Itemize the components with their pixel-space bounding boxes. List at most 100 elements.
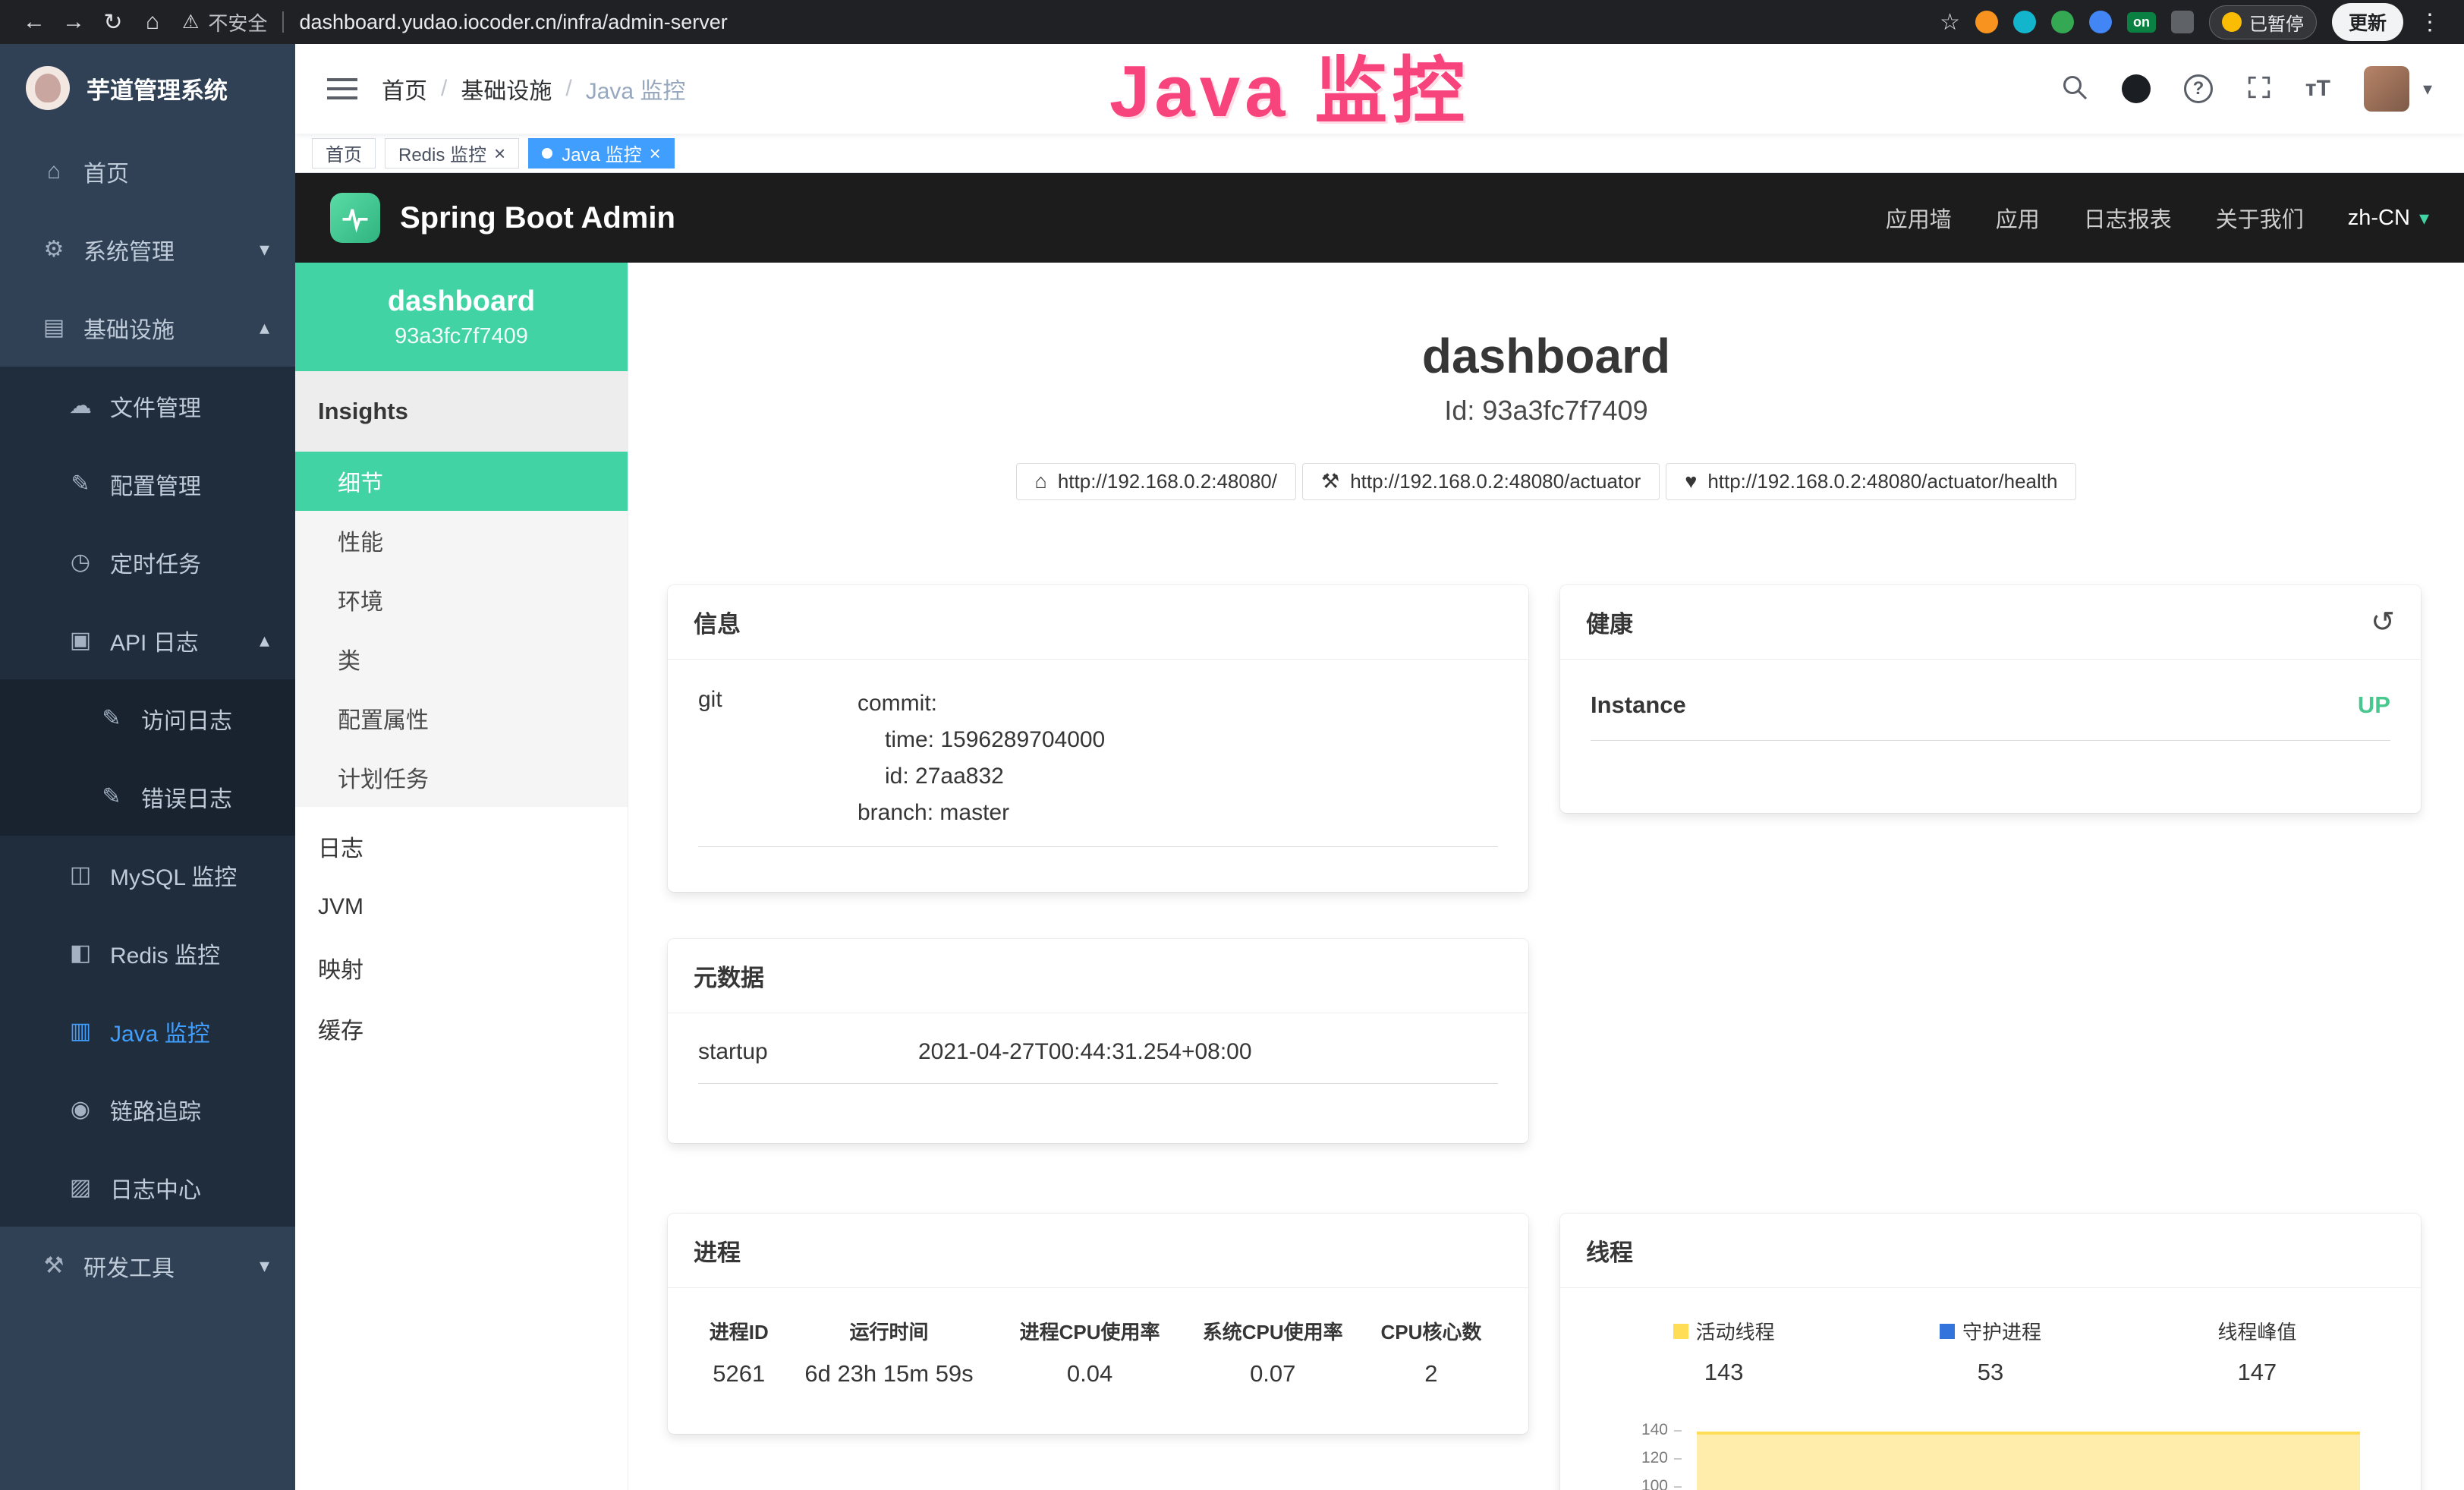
sidebar-item-java-monitor[interactable]: ▥ Java 监控 [0, 992, 295, 1070]
font-size-icon[interactable]: тT [2305, 76, 2330, 102]
axis-tick-label: 100 [1641, 1477, 1668, 1490]
sidebar-item-error-logs[interactable]: ✎ 错误日志 [0, 758, 295, 836]
process-col-uptime: 运行时间 [780, 1314, 999, 1347]
extension-blue-icon[interactable] [2089, 11, 2112, 33]
tab-java-monitor[interactable]: Java 监控 × [528, 138, 675, 169]
page-title: dashboard [628, 328, 2464, 384]
sidebar-item-infrastructure[interactable]: ▤ 基础设施 ▴ [0, 288, 295, 367]
sidebar-item-label: 系统管理 [83, 233, 175, 266]
service-url-link[interactable]: ⌂ http://192.168.0.2:48080/ [1016, 463, 1296, 500]
legend-peak-threads: 线程峰值 [2124, 1317, 2390, 1345]
eye-icon: ◉ [66, 1096, 95, 1123]
user-avatar[interactable] [2364, 66, 2409, 112]
sidebar-item-config-management[interactable]: ✎ 配置管理 [0, 445, 295, 523]
update-button[interactable]: 更新 [2332, 3, 2403, 41]
sba-nav-wallboard[interactable]: 应用墙 [1886, 202, 1952, 234]
sidebar-item-file-management[interactable]: ☁ 文件管理 [0, 367, 295, 445]
admin-sidebar: 芋道管理系统 ⌂ 首页 ⚙ 系统管理 ▾ ▤ 基础设施 ▴ ☁ 文件管理 ✎ 配… [0, 44, 295, 1490]
fullscreen-icon[interactable] [2246, 74, 2272, 104]
breadcrumb-home[interactable]: 首页 [382, 72, 427, 106]
extensions-puzzle-icon[interactable] [2171, 11, 2194, 33]
sba-nav-journal[interactable]: 日志报表 [2084, 202, 2172, 234]
sidebar-item-home[interactable]: ⌂ 首页 [0, 132, 295, 210]
sidebar-item-mysql-monitor[interactable]: ◫ MySQL 监控 [0, 836, 295, 914]
smiley-icon [2222, 12, 2242, 32]
sidebar-item-tracing[interactable]: ◉ 链路追踪 [0, 1070, 295, 1148]
sidebar-item-system-management[interactable]: ⚙ 系统管理 ▾ [0, 210, 295, 288]
edit-icon: ✎ [66, 471, 95, 497]
close-icon[interactable]: × [650, 143, 661, 163]
history-icon[interactable]: ↺ [2371, 605, 2395, 639]
paused-badge[interactable]: 已暂停 [2209, 5, 2317, 39]
browser-menu-icon[interactable]: ⋮ [2418, 9, 2441, 36]
metadata-card-title: 元数据 [694, 959, 764, 993]
sba-nav-applications[interactable]: 应用 [1996, 202, 2040, 234]
process-pid: 5261 [698, 1347, 780, 1394]
sba-app-header[interactable]: dashboard 93a3fc7f7409 [295, 263, 628, 371]
refresh-icon[interactable]: ↻ [96, 9, 131, 36]
sba-item-classes[interactable]: 类 [295, 629, 628, 688]
search-icon[interactable] [2061, 74, 2088, 105]
sidebar-collapse-icon[interactable] [327, 78, 357, 99]
peak-threads-value: 147 [2124, 1359, 2390, 1386]
extension-orange-icon[interactable] [1975, 11, 1998, 33]
health-instance-row[interactable]: Instance UP [1591, 691, 2390, 741]
actuator-url-link[interactable]: ⚒ http://192.168.0.2:48080/actuator [1302, 463, 1660, 500]
sba-item-environment[interactable]: 环境 [295, 570, 628, 629]
tab-redis-monitor[interactable]: Redis 监控 × [385, 138, 519, 169]
extension-teal-icon[interactable] [2013, 11, 2036, 33]
sba-item-caches[interactable]: 缓存 [295, 998, 628, 1059]
avatar-caret-icon[interactable]: ▾ [2423, 78, 2432, 100]
sidebar-item-label: 日志中心 [110, 1171, 201, 1205]
locale-label: zh-CN [2348, 206, 2410, 231]
sidebar-item-log-center[interactable]: ▨ 日志中心 [0, 1148, 295, 1227]
sidebar-item-redis-monitor[interactable]: ◧ Redis 监控 [0, 914, 295, 992]
axis-tick-label: 140 [1641, 1421, 1668, 1439]
legend-label: 守护进程 [1962, 1317, 2041, 1345]
sidebar-item-scheduled-tasks[interactable]: ◷ 定时任务 [0, 523, 295, 601]
breadcrumb-current: Java 监控 [586, 72, 686, 106]
sba-brand[interactable]: Spring Boot Admin [330, 193, 675, 243]
extension-green-icon[interactable] [2051, 11, 2074, 33]
sba-item-configprops[interactable]: 配置属性 [295, 688, 628, 748]
sidebar-item-label: 错误日志 [141, 780, 232, 814]
sidebar-item-api-logs[interactable]: ▣ API 日志 ▴ [0, 601, 295, 679]
url-text[interactable]: dashboard.yudao.iocoder.cn/infra/admin-s… [299, 11, 727, 34]
sidebar-item-label: Java 监控 [110, 1015, 210, 1048]
legend-daemon-threads: 守护进程 [1857, 1317, 2123, 1345]
threads-chart-yaxis: 140 120 100 [1613, 1421, 1682, 1490]
sba-nav-about[interactable]: 关于我们 [2216, 202, 2304, 234]
monitor-icon: ▥ [66, 1018, 95, 1044]
sba-item-scheduled-tasks[interactable]: 计划任务 [295, 748, 628, 807]
close-icon[interactable]: × [494, 143, 505, 163]
chevron-down-icon: ▾ [2419, 206, 2429, 230]
sba-item-mappings[interactable]: 映射 [295, 937, 628, 998]
info-row-git: git commit: time: 1596289704000 id: 27aa… [698, 685, 1498, 847]
instance-id: Id: 93a3fc7f7409 [628, 395, 2464, 427]
process-cpus: 2 [1364, 1347, 1498, 1394]
back-icon[interactable]: ← [17, 9, 52, 35]
home-icon[interactable]: ⌂ [135, 9, 170, 35]
forward-icon[interactable]: → [56, 9, 91, 35]
heart-icon: ♥ [1685, 470, 1697, 493]
health-url-link[interactable]: ♥ http://192.168.0.2:48080/actuator/heal… [1666, 463, 2076, 500]
home-icon: ⌂ [1035, 470, 1047, 493]
github-icon[interactable] [2122, 74, 2151, 103]
sba-item-metrics[interactable]: 性能 [295, 511, 628, 570]
sidebar-item-dev-tools[interactable]: ⚒ 研发工具 ▾ [0, 1227, 295, 1305]
sidebar-item-access-logs[interactable]: ✎ 访问日志 [0, 679, 295, 758]
sba-item-details[interactable]: 细节 [295, 452, 628, 511]
address-bar[interactable]: ⚠ 不安全 dashboard.yudao.iocoder.cn/infra/a… [182, 8, 728, 36]
sba-item-logs[interactable]: 日志 [295, 816, 628, 877]
tab-home[interactable]: 首页 [312, 138, 376, 169]
locale-select[interactable]: zh-CN ▾ [2348, 206, 2429, 231]
extension-on-badge[interactable]: on [2127, 12, 2156, 33]
sba-item-jvm[interactable]: JVM [295, 877, 628, 937]
bookmark-star-icon[interactable]: ☆ [1940, 9, 1960, 36]
breadcrumb-infrastructure[interactable]: 基础设施 [461, 72, 552, 106]
metadata-row-startup: startup 2021-04-27T00:44:31.254+08:00 [698, 1039, 1498, 1084]
info-card: 信息 git commit: time: 1596289704000 id: 2… [668, 585, 1528, 892]
help-icon[interactable]: ? [2184, 74, 2213, 103]
file-upload-icon: ☁ [66, 392, 95, 419]
tools-icon: ⚒ [39, 1252, 68, 1279]
